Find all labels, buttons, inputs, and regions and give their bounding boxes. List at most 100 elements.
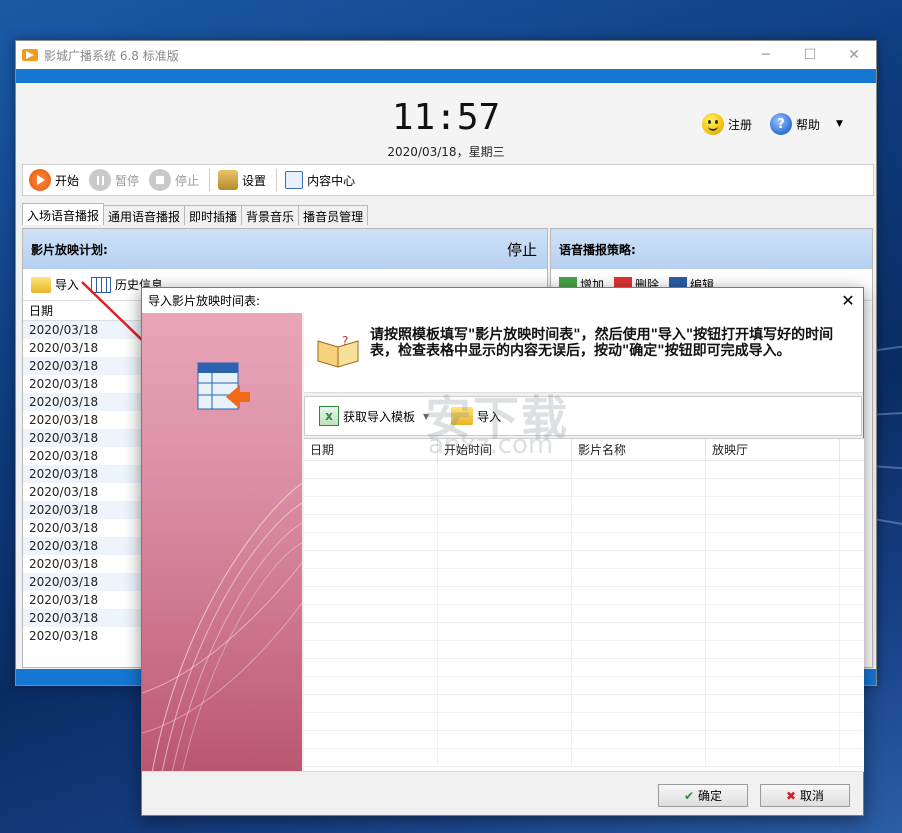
grid-cell[interactable] [304, 461, 438, 479]
grid-cell[interactable] [706, 605, 840, 623]
grid-cell[interactable] [706, 497, 840, 515]
grid-row[interactable] [304, 749, 864, 767]
grid-cell[interactable] [438, 497, 572, 515]
grid-cell[interactable] [706, 515, 840, 533]
grid-row[interactable] [304, 479, 864, 497]
grid-cell[interactable] [438, 695, 572, 713]
grid-cell[interactable] [572, 515, 706, 533]
dialog-toolbar: x 获取导入模板 ▼ 导入 [304, 396, 862, 436]
grid-cell[interactable] [706, 587, 840, 605]
cancel-label: 取消 [800, 789, 825, 803]
grid-cell[interactable] [438, 713, 572, 731]
grid-cell[interactable] [572, 587, 706, 605]
cancel-button[interactable]: ✖ 取消 [760, 784, 850, 807]
dialog-title: 导入影片放映时间表: [148, 294, 261, 308]
grid-cell[interactable] [572, 659, 706, 677]
grid-cell[interactable] [706, 533, 840, 551]
grid-row[interactable] [304, 731, 864, 749]
grid-cell[interactable] [706, 461, 840, 479]
grid-row[interactable] [304, 533, 864, 551]
grid-cell[interactable] [572, 677, 706, 695]
grid-cell[interactable] [572, 533, 706, 551]
grid-cell[interactable] [304, 551, 438, 569]
grid-cell[interactable] [438, 515, 572, 533]
grid-cell[interactable] [438, 569, 572, 587]
grid-cell[interactable] [438, 533, 572, 551]
grid-cell[interactable] [706, 641, 840, 659]
column-header-film-name[interactable]: 影片名称 [572, 439, 706, 460]
grid-row[interactable] [304, 695, 864, 713]
grid-cell[interactable] [304, 587, 438, 605]
grid-cell[interactable] [706, 623, 840, 641]
grid-row[interactable] [304, 497, 864, 515]
grid-cell[interactable] [572, 623, 706, 641]
grid-cell[interactable] [304, 623, 438, 641]
grid-cell[interactable] [572, 551, 706, 569]
grid-row[interactable] [304, 623, 864, 641]
column-header-hall[interactable]: 放映厅 [706, 439, 840, 460]
grid-cell[interactable] [304, 605, 438, 623]
import-grid: 日期 开始时间 影片名称 放映厅 [304, 438, 864, 772]
grid-cell[interactable] [572, 641, 706, 659]
grid-cell[interactable] [706, 731, 840, 749]
grid-row[interactable] [304, 515, 864, 533]
instruction-text: 请按照模板填写"影片放映时间表"，然后使用"导入"按钮打开填写好的时间表，检查表… [370, 327, 834, 359]
grid-row[interactable] [304, 713, 864, 731]
grid-cell[interactable] [572, 605, 706, 623]
grid-cell[interactable] [706, 569, 840, 587]
grid-cell[interactable] [438, 641, 572, 659]
grid-cell[interactable] [706, 479, 840, 497]
grid-cell[interactable] [706, 677, 840, 695]
get-template-button[interactable]: x 获取导入模板 ▼ [319, 406, 429, 426]
grid-cell[interactable] [438, 623, 572, 641]
grid-cell[interactable] [572, 749, 706, 767]
grid-cell[interactable] [304, 695, 438, 713]
grid-row[interactable] [304, 641, 864, 659]
grid-row[interactable] [304, 587, 864, 605]
grid-row[interactable] [304, 461, 864, 479]
column-header-date[interactable]: 日期 [304, 439, 438, 460]
grid-cell[interactable] [304, 677, 438, 695]
grid-cell[interactable] [572, 497, 706, 515]
dialog-close-button[interactable]: ✕ [833, 288, 863, 313]
grid-cell[interactable] [706, 749, 840, 767]
grid-cell[interactable] [438, 731, 572, 749]
grid-cell[interactable] [304, 659, 438, 677]
grid-cell[interactable] [304, 749, 438, 767]
grid-cell[interactable] [572, 479, 706, 497]
grid-cell[interactable] [304, 533, 438, 551]
grid-cell[interactable] [304, 515, 438, 533]
grid-cell[interactable] [706, 659, 840, 677]
grid-cell[interactable] [438, 551, 572, 569]
grid-cell[interactable] [572, 569, 706, 587]
grid-cell[interactable] [438, 479, 572, 497]
grid-cell[interactable] [438, 677, 572, 695]
grid-cell[interactable] [438, 749, 572, 767]
grid-row[interactable] [304, 659, 864, 677]
grid-cell[interactable] [706, 551, 840, 569]
grid-row[interactable] [304, 605, 864, 623]
grid-cell[interactable] [304, 713, 438, 731]
grid-cell[interactable] [438, 587, 572, 605]
dialog-titlebar[interactable]: 导入影片放映时间表: ✕ [142, 288, 863, 313]
grid-cell[interactable] [438, 605, 572, 623]
grid-cell[interactable] [438, 659, 572, 677]
grid-cell[interactable] [304, 641, 438, 659]
grid-cell[interactable] [706, 713, 840, 731]
grid-cell[interactable] [304, 497, 438, 515]
grid-cell[interactable] [304, 731, 438, 749]
grid-row[interactable] [304, 677, 864, 695]
grid-cell[interactable] [304, 569, 438, 587]
grid-cell[interactable] [706, 695, 840, 713]
grid-row[interactable] [304, 551, 864, 569]
get-template-label: 获取导入模板 [343, 409, 416, 424]
ok-button[interactable]: ✔ 确定 [658, 784, 748, 807]
grid-cell[interactable] [304, 479, 438, 497]
grid-cell[interactable] [572, 695, 706, 713]
dialog-side-image [142, 313, 302, 773]
grid-row[interactable] [304, 569, 864, 587]
grid-cell[interactable] [572, 461, 706, 479]
grid-cell[interactable] [572, 713, 706, 731]
grid-cell[interactable] [438, 461, 572, 479]
grid-cell[interactable] [572, 731, 706, 749]
